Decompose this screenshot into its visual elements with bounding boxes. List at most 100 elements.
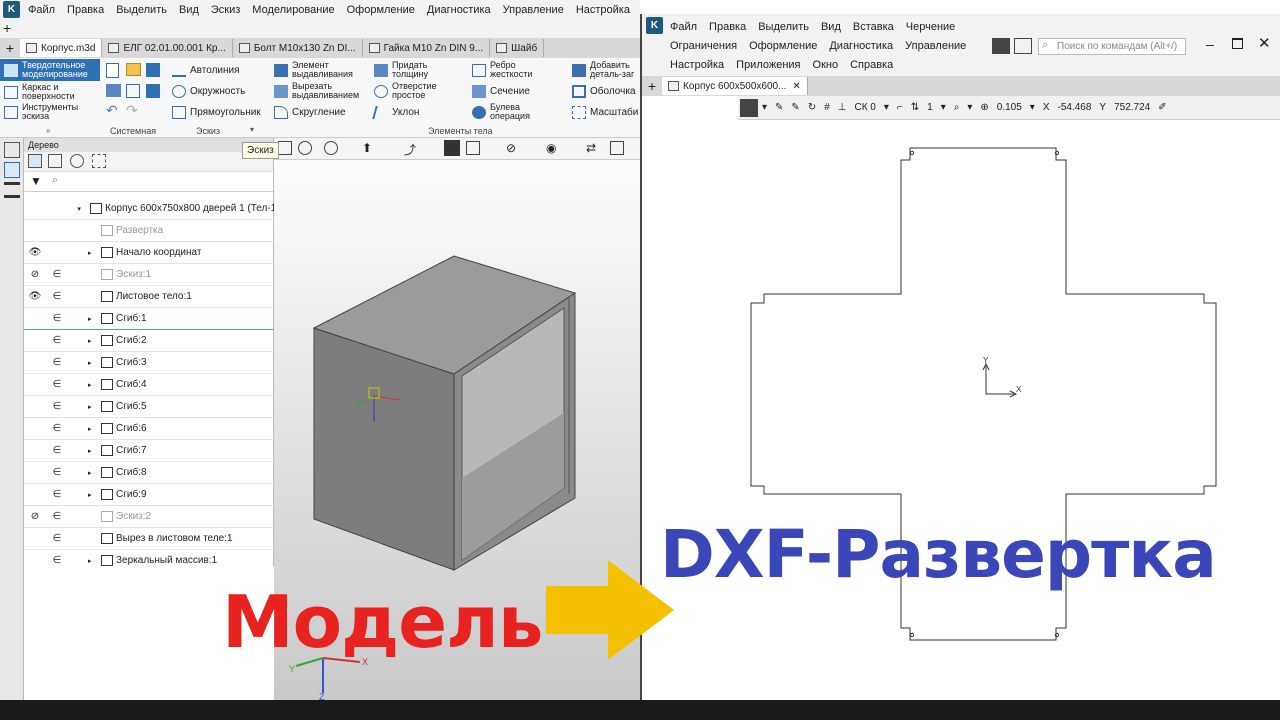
expand-arrow-icon[interactable]: ▾: [77, 205, 87, 213]
tree-row[interactable]: ∈ Вырез в листовом теле:1: [24, 528, 274, 550]
panel-toggle-icon[interactable]: [992, 38, 1010, 54]
include-toggle[interactable]: ∈: [46, 555, 68, 566]
grid-icon[interactable]: #: [820, 102, 834, 113]
visible-eye-icon[interactable]: 👁: [24, 247, 46, 258]
cs-dropdown-icon[interactable]: ▾: [880, 102, 893, 113]
menu-item-4[interactable]: Эскиз: [205, 4, 246, 16]
boolean-button[interactable]: Булева операция: [472, 103, 540, 121]
zoom-value[interactable]: 0.105: [993, 102, 1026, 113]
command-search-input[interactable]: Поиск по командам (Alt+/): [1038, 38, 1186, 55]
wireframe-view-icon[interactable]: [466, 141, 480, 155]
right-menu-item-menu_row1-0[interactable]: Файл: [664, 21, 703, 33]
include-toggle[interactable]: ∈: [46, 489, 68, 500]
menu-item-9[interactable]: Настройка: [570, 4, 636, 16]
hidden-eye-icon[interactable]: ⊘: [24, 269, 46, 280]
document-tab-3[interactable]: Гайка M10 Zn DIN 9...: [363, 39, 491, 57]
mode-solid-modeling[interactable]: Твердотельное моделирование: [0, 59, 100, 81]
cs-selector[interactable]: СК 0: [850, 102, 879, 113]
hide-icon[interactable]: ⊘: [506, 141, 516, 155]
visible-eye-icon[interactable]: 👁: [24, 291, 46, 302]
expand-sketch-chevron-icon[interactable]: ▾: [250, 125, 254, 134]
tree-structure-icon[interactable]: [28, 154, 42, 168]
tree-row[interactable]: ∈ ▸ Сгиб:4: [24, 374, 274, 396]
dxf-canvas[interactable]: Y X: [644, 120, 1280, 700]
maximize-icon[interactable]: [1232, 38, 1243, 49]
circle-button[interactable]: Окружность: [172, 85, 245, 98]
add-blank-button[interactable]: Добавить деталь-заг: [572, 61, 640, 79]
drawing-tab[interactable]: Корпус 600х500х600... ✕: [662, 77, 808, 95]
expand-arrow-icon[interactable]: ▸: [88, 425, 98, 433]
tree-row[interactable]: ▾ Корпус 600х750х800 дверей 1 (Тел-1: [24, 198, 274, 220]
panel-icon[interactable]: [4, 142, 20, 158]
tree-row[interactable]: ∈ ▸ Сгиб:1: [24, 308, 274, 330]
close-icon[interactable]: ✕: [1258, 34, 1271, 52]
shell-button[interactable]: Оболочка: [572, 85, 636, 98]
hidden-eye-icon[interactable]: ⊘: [24, 511, 46, 522]
menu-item-1[interactable]: Правка: [61, 4, 110, 16]
tree-row[interactable]: 👁 ∈ Листовое тело:1: [24, 286, 274, 308]
rib-button[interactable]: Ребро жесткости: [472, 61, 546, 79]
menu-item-5[interactable]: Моделирование: [246, 4, 340, 16]
rectangle-button[interactable]: Прямоугольник: [172, 106, 261, 119]
zoom-dropdown-icon[interactable]: ▾: [963, 102, 976, 113]
layer-icon[interactable]: ⇅: [907, 102, 923, 113]
redo-icon[interactable]: ↷: [126, 103, 140, 117]
right-menu-item-menu_row2-3[interactable]: Управление: [899, 40, 972, 52]
camera-icon[interactable]: [1014, 38, 1032, 54]
expand-arrow-icon[interactable]: ▸: [88, 359, 98, 367]
collapse-chevron-icon[interactable]: »: [46, 126, 50, 135]
tree-sort-icon[interactable]: [48, 154, 62, 168]
include-toggle[interactable]: ∈: [46, 401, 68, 412]
right-menu-item-menu_row1-5[interactable]: Черчение: [900, 21, 962, 33]
expand-arrow-icon[interactable]: ▸: [88, 403, 98, 411]
tree-row[interactable]: ∈ ▸ Сгиб:5: [24, 396, 274, 418]
expand-arrow-icon[interactable]: ▸: [88, 249, 98, 257]
pencil-icon[interactable]: ✎: [771, 102, 787, 113]
mode-sketch-tools[interactable]: Инструменты эскиза: [4, 103, 92, 121]
include-toggle[interactable]: ∈: [46, 291, 68, 302]
draft-button[interactable]: Уклон: [372, 106, 419, 119]
right-menu-item-menu_row1-1[interactable]: Правка: [703, 21, 752, 33]
include-toggle[interactable]: ∈: [46, 379, 68, 390]
menu-icon[interactable]: [4, 182, 20, 198]
tree-row[interactable]: ∈ ▸ Сгиб:3: [24, 352, 274, 374]
tree-row[interactable]: ⊘ ∈ Эскиз:2: [24, 506, 274, 528]
right-menu-item-menu_row3-3[interactable]: Справка: [844, 59, 899, 71]
tree-panel-icon[interactable]: [4, 162, 20, 178]
autoline-button[interactable]: Автолиния: [172, 64, 240, 77]
tree-select-icon[interactable]: [92, 154, 106, 168]
tree-row[interactable]: ∈ ▸ Сгиб:7: [24, 440, 274, 462]
save-all-icon[interactable]: [146, 84, 160, 98]
right-menu-item-menu_row1-2[interactable]: Выделить: [752, 21, 815, 33]
view-cube-icon[interactable]: ⬆: [362, 141, 372, 155]
rotate-icon[interactable]: [298, 141, 312, 155]
tree-row[interactable]: ∈ ▸ Сгиб:8: [24, 462, 274, 484]
tree-row[interactable]: ∈ ▸ Сгиб:9: [24, 484, 274, 506]
add-tab-icon[interactable]: +: [3, 21, 11, 35]
document-tab-0[interactable]: Корпус.m3d: [20, 39, 103, 57]
menu-item-7[interactable]: Диагностика: [421, 4, 497, 16]
include-toggle[interactable]: ∈: [46, 313, 68, 324]
expand-arrow-icon[interactable]: ▸: [88, 491, 98, 499]
include-toggle[interactable]: ∈: [46, 511, 68, 522]
tab-close-icon[interactable]: ✕: [792, 81, 800, 92]
layers-icon[interactable]: [610, 141, 624, 155]
expand-arrow-icon[interactable]: ▸: [88, 381, 98, 389]
simple-hole-button[interactable]: Отверстие простое: [374, 82, 452, 100]
zoom-tool-icon[interactable]: ⌕: [950, 102, 964, 113]
right-menu-item-menu_row2-1[interactable]: Оформление: [743, 40, 823, 52]
tree-row[interactable]: ∈ ▸ Зеркальный массив:1: [24, 550, 274, 566]
right-menu-item-menu_row3-2[interactable]: Окно: [807, 59, 845, 71]
tree-row[interactable]: ∈ ▸ Сгиб:6: [24, 418, 274, 440]
expand-arrow-icon[interactable]: ▸: [88, 557, 98, 565]
tree-row[interactable]: 👁 ▸ Начало координат: [24, 242, 274, 264]
add-tab-icon-right[interactable]: +: [642, 78, 662, 94]
tree-row[interactable]: Развертка: [24, 220, 274, 242]
tree-row[interactable]: ∈ ▸ Сгиб:2: [24, 330, 274, 352]
undo-icon[interactable]: ↶: [106, 103, 120, 117]
pencil2-icon[interactable]: ✎: [787, 102, 803, 113]
menu-item-3[interactable]: Вид: [173, 4, 205, 16]
new-document-icon[interactable]: [106, 63, 119, 78]
expand-arrow-icon[interactable]: ▸: [88, 469, 98, 477]
eyedropper-icon[interactable]: ✐: [1154, 102, 1170, 113]
